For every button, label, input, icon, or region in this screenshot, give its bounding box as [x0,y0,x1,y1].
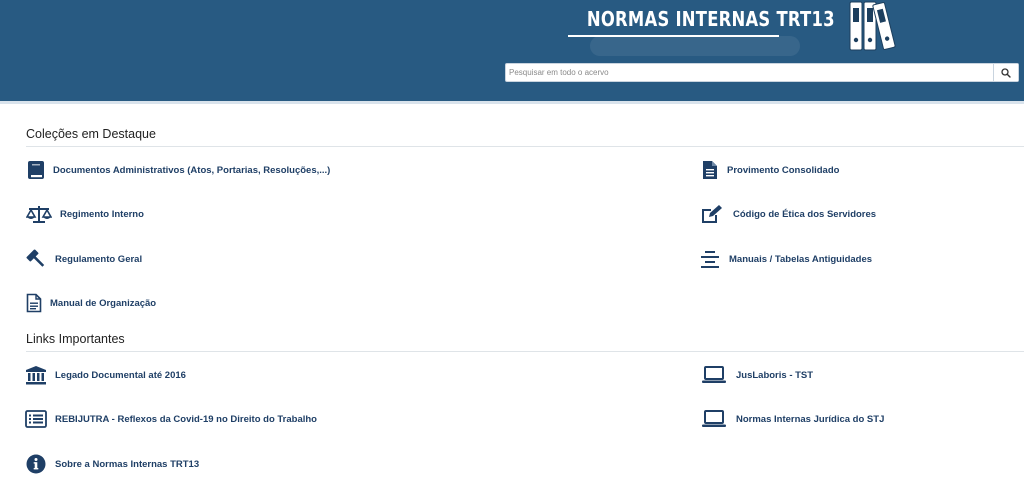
header-watermark [590,36,800,56]
link-label: JusLaboris - TST [736,369,814,381]
link-normas-stj[interactable]: Normas Internas Jurídica do STJ [701,408,884,430]
search-icon [1001,67,1011,78]
link-label: Legado Documental até 2016 [55,369,186,381]
featured-divider [26,146,1024,147]
collection-label: Regimento Interno [60,208,144,220]
collection-label: Manual de Organização [50,297,157,309]
document-outline-icon [25,292,43,314]
collection-codigo-etica[interactable]: Código de Ética dos Servidores [699,203,876,225]
title-underline [568,35,779,37]
collection-documentos-administrativos[interactable]: Documentos Administrativos (Atos, Portar… [25,159,330,181]
search-button[interactable] [993,64,1018,81]
link-legado-documental[interactable]: Legado Documental até 2016 [25,364,186,386]
laptop-icon [701,408,727,430]
book-icon [25,159,47,181]
laptop-icon [701,364,727,386]
align-center-icon [699,248,721,270]
scales-icon [25,203,53,225]
link-juslaboris[interactable]: JusLaboris - TST [701,364,813,386]
document-icon [699,159,721,181]
list-icon [25,408,47,430]
gavel-icon [25,248,47,270]
collection-manual-organizacao[interactable]: Manual de Organização [25,292,156,314]
link-label: Sobre a Normas Internas TRT13 [55,458,200,470]
search-input[interactable] [506,64,994,81]
link-rebijutra[interactable]: REBIJUTRA - Reflexos da Covid-19 no Dire… [25,408,317,430]
collection-provimento-consolidado[interactable]: Provimento Consolidado [699,159,839,181]
bank-icon [25,364,47,386]
search-box [505,63,1019,82]
collection-label: Documentos Administrativos (Atos, Portar… [53,164,331,176]
binders-icon [848,0,896,52]
info-icon [25,453,47,475]
collection-regulamento-geral[interactable]: Regulamento Geral [25,248,142,270]
link-label: Normas Internas Jurídica do STJ [736,413,885,425]
edit-icon [699,203,725,225]
link-sobre[interactable]: Sobre a Normas Internas TRT13 [25,453,199,475]
featured-title: Coleções em Destaque [26,127,156,141]
links-title: Links Importantes [26,332,125,346]
collection-manuais-tabelas[interactable]: Manuais / Tabelas Antiguidades [699,248,872,270]
link-label: REBIJUTRA - Reflexos da Covid-19 no Dire… [55,413,317,425]
collection-regimento-interno[interactable]: Regimento Interno [25,203,144,225]
collection-label: Provimento Consolidado [727,164,840,176]
collection-label: Código de Ética dos Servidores [733,208,877,220]
collection-label: Manuais / Tabelas Antiguidades [729,253,873,265]
site-title[interactable]: NORMAS INTERNAS TRT13 [587,4,835,36]
links-divider [26,351,1024,352]
header: NORMAS INTERNAS TRT13 [0,0,1024,104]
collection-label: Regulamento Geral [55,253,143,265]
